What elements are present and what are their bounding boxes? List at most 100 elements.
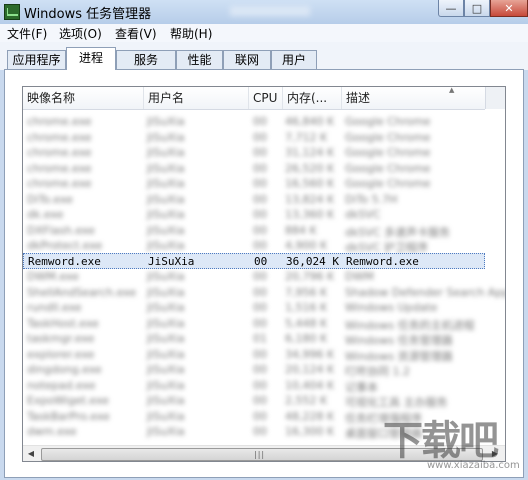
column-header: 映像名称 用户名 CPU 内存(... 描述 ▲ bbox=[23, 87, 485, 110]
scroll-grip-icon: ||| bbox=[254, 450, 266, 459]
cell-desc: DiTo 5.7H bbox=[345, 192, 398, 206]
table-row[interactable]: chrome.exe JiSuXia 00 31,124 K Google Chrome bbox=[23, 144, 485, 160]
close-button[interactable]: ✕ bbox=[490, 0, 528, 17]
cell-mem: 36,024 K bbox=[286, 254, 339, 268]
cell-mem: 20,124 K bbox=[285, 363, 335, 376]
table-row[interactable]: rundll.exe JiSuXia 00 1,516 K Windows Update bbox=[23, 299, 485, 315]
cell-mem: 7,956 K bbox=[285, 285, 328, 299]
table-row[interactable]: taskmgr.exe JiSuXia 01 6,180 K Windows 任务管理器 bbox=[23, 330, 485, 347]
table-row[interactable]: dkProtect.exe JiSuXia 00 4,900 KdkSVC 护卫程序 bbox=[23, 237, 485, 254]
cell-name: chrome.exe bbox=[27, 161, 92, 175]
title-bar[interactable]: Windows 任务管理器 — □ ✕ bbox=[0, 0, 528, 25]
table-row[interactable]: ShellAndSearch.exe JiSuXia 00 7,956 K Shadow… bbox=[23, 284, 505, 300]
cell-user: JiSuXia bbox=[147, 239, 185, 252]
cell-user: JiSuXia bbox=[148, 254, 195, 268]
table-row[interactable]: chrome.exe JiSuXia 00 26,520 K Google Chrome bbox=[23, 160, 485, 176]
cell-user: JiSuXia bbox=[147, 347, 185, 361]
process-list[interactable]: 映像名称 用户名 CPU 内存(... 描述 ▲ chrome.exe JiSuX… bbox=[22, 86, 506, 462]
cell-name: notepad.exe bbox=[27, 378, 96, 392]
cell-mem: 16,560 K bbox=[285, 177, 335, 190]
table-row[interactable]: DWM.exe JiSuXia 00 20,796 K DWM bbox=[23, 268, 485, 284]
title-blurred-area bbox=[230, 6, 310, 16]
menu-help[interactable]: 帮助(H) bbox=[170, 25, 212, 42]
cell-mem: 2,552 K bbox=[285, 394, 328, 407]
table-row[interactable]: TaskHost.exe JiSuXia 00 5,448 K Windows 任务的主… bbox=[23, 315, 485, 332]
table-row[interactable]: explorer.exe JiSuXia 00 34,996 K Windows 资源管… bbox=[23, 346, 485, 363]
header-scroll-cap bbox=[485, 87, 505, 109]
cell-desc: Google Chrome bbox=[345, 177, 431, 190]
cell-user: JiSuXia bbox=[147, 285, 185, 299]
tab-networking[interactable]: 联网 bbox=[223, 50, 271, 69]
menu-file[interactable]: 文件(F) bbox=[7, 25, 47, 42]
table-row[interactable]: chrome.exe JiSuXia 00 7,712 K Google Chrome bbox=[23, 129, 485, 145]
cell-cpu: 00 bbox=[253, 347, 267, 361]
cell-user: JiSuXia bbox=[147, 316, 185, 330]
cell-user: JiSuXia bbox=[147, 409, 185, 423]
sort-up-icon: ▲ bbox=[449, 86, 455, 94]
vertical-scrollbar[interactable]: ▲ ▼ bbox=[505, 109, 506, 445]
cell-name: ExpoWiget.exe bbox=[27, 394, 109, 407]
cell-mem: 10,404 K bbox=[285, 378, 335, 392]
table-row[interactable]: ExpoWiget.exe JiSuXia 00 2,552 K 可视化工具 主办服务 bbox=[23, 392, 485, 409]
cell-desc: dkSVC bbox=[345, 208, 381, 221]
cell-user: JiSuXia bbox=[147, 363, 185, 376]
cell-mem: 1,516 K bbox=[285, 301, 328, 314]
table-row[interactable]: DXFlash.exe JiSuXia 00 884 KdkSVC 多速声卡服务 bbox=[23, 222, 485, 239]
menu-options[interactable]: 选项(O) bbox=[59, 25, 102, 42]
cell-name: chrome.exe bbox=[27, 146, 92, 159]
cell-desc: Shadow Defender Search App bbox=[345, 285, 506, 299]
cell-name: dk.exe bbox=[27, 208, 64, 221]
cell-cpu: 00 bbox=[253, 378, 267, 392]
watermark-text: 下载吧 bbox=[383, 418, 499, 464]
window-title: Windows 任务管理器 bbox=[24, 7, 152, 22]
cell-cpu: 00 bbox=[254, 254, 268, 268]
maximize-button[interactable]: □ bbox=[464, 0, 490, 17]
column-image-name[interactable]: 映像名称 bbox=[23, 87, 144, 109]
table-row[interactable]: dk.exe JiSuXia 00 13,360 K dkSVC bbox=[23, 206, 485, 222]
cell-desc: DWM bbox=[345, 270, 374, 283]
tab-applications[interactable]: 应用程序 bbox=[7, 50, 66, 69]
cell-cpu: 00 bbox=[253, 115, 267, 128]
cell-mem: 884 K bbox=[285, 223, 317, 237]
cell-cpu: 00 bbox=[253, 285, 267, 299]
cell-user: JiSuXia bbox=[147, 378, 185, 392]
cell-mem: 13,824 K bbox=[285, 192, 335, 206]
cell-mem: 26,520 K bbox=[285, 161, 335, 175]
cell-cpu: 00 bbox=[253, 223, 267, 237]
column-description[interactable]: 描述 bbox=[342, 87, 485, 109]
scroll-left-arrow-icon[interactable]: ◀ bbox=[23, 446, 39, 461]
cell-user: JiSuXia bbox=[147, 146, 185, 159]
table-row[interactable]: chrome.exe JiSuXia 00 46,840 K Google Chrome bbox=[23, 113, 485, 129]
cell-name: TaskBarPro.exe bbox=[27, 409, 110, 423]
table-row[interactable]: notepad.exe JiSuXia 00 10,404 K 记事本 bbox=[23, 377, 485, 394]
cell-user: JiSuXia bbox=[147, 270, 185, 283]
column-user-name[interactable]: 用户名 bbox=[144, 87, 249, 109]
cell-cpu: 00 bbox=[253, 316, 267, 330]
cell-name: DWM.exe bbox=[27, 270, 79, 283]
cell-user: JiSuXia bbox=[147, 301, 185, 314]
column-cpu[interactable]: CPU bbox=[249, 87, 283, 109]
table-row[interactable]: Remword.exe JiSuXia 00 36,024 K Remword.exe bbox=[23, 252, 485, 269]
cell-cpu: 00 bbox=[253, 239, 267, 252]
menu-bar: 文件(F) 选项(O) 查看(V) 帮助(H) bbox=[0, 24, 528, 43]
table-row[interactable]: chrome.exe JiSuXia 00 16,560 K Google Chrome bbox=[23, 175, 485, 191]
cell-mem: 13,360 K bbox=[285, 208, 335, 221]
cell-user: JiSuXia bbox=[147, 223, 185, 237]
cell-cpu: 00 bbox=[253, 409, 267, 423]
table-row[interactable]: dingdong.exe JiSuXia 00 20,124 K 叮咚协同 1.2 bbox=[23, 361, 485, 378]
cell-cpu: 00 bbox=[253, 161, 267, 175]
cell-mem: 16,300 K bbox=[285, 425, 335, 438]
tab-users[interactable]: 用户 bbox=[271, 50, 317, 69]
tab-services[interactable]: 服务 bbox=[116, 50, 176, 69]
cell-user: JiSuXia bbox=[147, 192, 185, 206]
cell-name: DXFlash.exe bbox=[27, 223, 95, 237]
menu-view[interactable]: 查看(V) bbox=[115, 25, 157, 42]
tab-performance[interactable]: 性能 bbox=[176, 50, 223, 69]
cell-cpu: 00 bbox=[253, 394, 267, 407]
table-row[interactable]: DiTo.exe JiSuXia 00 13,824 K DiTo 5.7H bbox=[23, 191, 485, 207]
cell-name: dwm.exe bbox=[27, 425, 77, 438]
column-memory[interactable]: 内存(... bbox=[283, 87, 342, 109]
tab-processes[interactable]: 进程 bbox=[66, 47, 116, 70]
cell-mem: 5,448 K bbox=[285, 316, 328, 330]
minimize-button[interactable]: — bbox=[438, 0, 464, 17]
